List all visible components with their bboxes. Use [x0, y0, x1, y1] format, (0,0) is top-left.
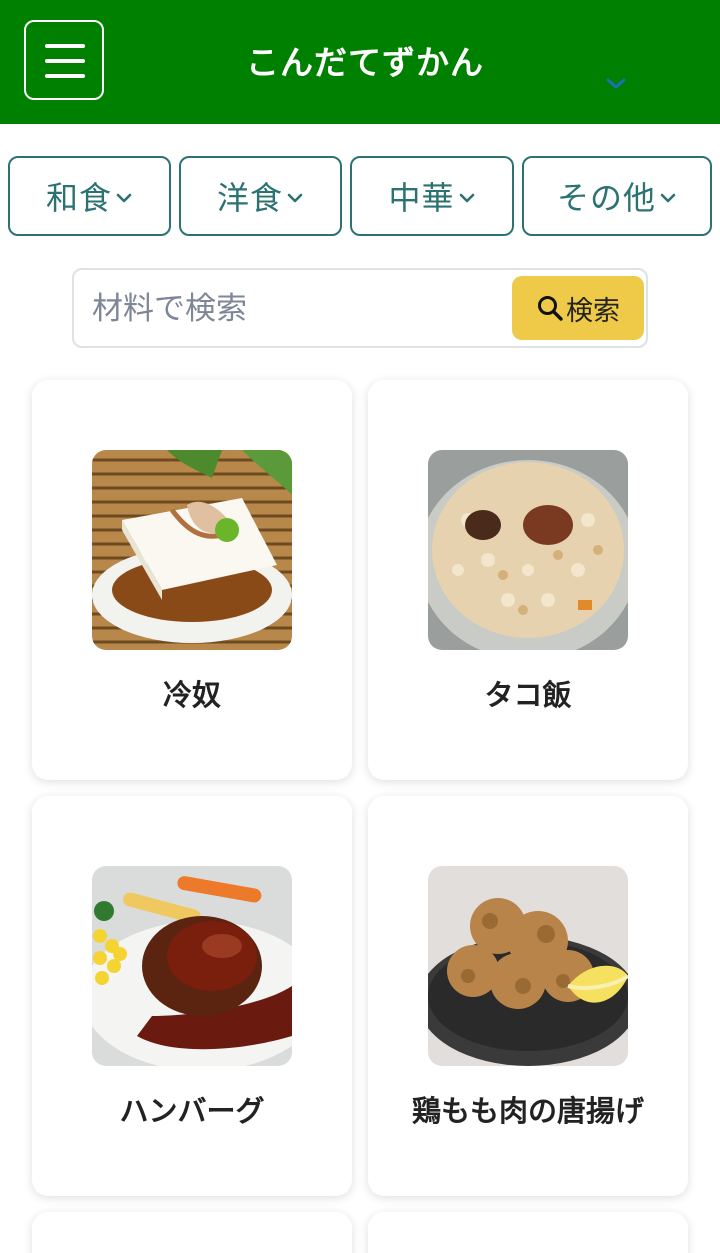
- category-label: その他: [556, 179, 656, 217]
- recipe-name: 冷奴: [162, 678, 221, 712]
- category-button-chuka[interactable]: 中華: [350, 156, 514, 236]
- chevron-down-icon: [660, 193, 676, 203]
- recipe-photo: [92, 866, 292, 1066]
- category-label: 中華: [388, 179, 455, 217]
- category-button-washoku[interactable]: 和食: [8, 156, 171, 236]
- recipe-name: 鶏もも肉の唐揚げ: [411, 1094, 644, 1128]
- category-label: 和食: [45, 179, 112, 217]
- recipe-card[interactable]: 冷奴: [32, 380, 352, 780]
- recipe-card[interactable]: ハンバーグ: [32, 796, 352, 1196]
- app-header: こんだてずかん: [0, 0, 720, 124]
- category-label: 洋食: [216, 179, 283, 217]
- recipe-card-partial[interactable]: [368, 1212, 688, 1253]
- recipe-card[interactable]: タコ飯: [368, 380, 688, 780]
- recipe-card[interactable]: 鶏もも肉の唐揚げ: [368, 796, 688, 1196]
- recipe-photo: [428, 866, 628, 1066]
- recipe-name: ハンバーグ: [119, 1094, 265, 1128]
- recipe-photo: [92, 450, 292, 650]
- recipe-photo: [428, 450, 628, 650]
- recipe-name: タコ飯: [484, 678, 572, 712]
- chevron-down-icon: [116, 193, 132, 203]
- recipe-card-partial[interactable]: [32, 1212, 352, 1253]
- category-button-other[interactable]: その他: [522, 156, 712, 236]
- chevron-down-icon: [459, 193, 474, 203]
- search-button-label: 検索: [566, 295, 620, 327]
- search-bar: 検索: [72, 268, 648, 348]
- chevron-down-icon[interactable]: [604, 72, 628, 96]
- search-input[interactable]: [92, 276, 512, 342]
- search-icon: [538, 296, 563, 321]
- chevron-down-icon: [287, 193, 303, 203]
- category-button-yoshoku[interactable]: 洋食: [179, 156, 342, 236]
- search-button[interactable]: 検索: [512, 276, 644, 340]
